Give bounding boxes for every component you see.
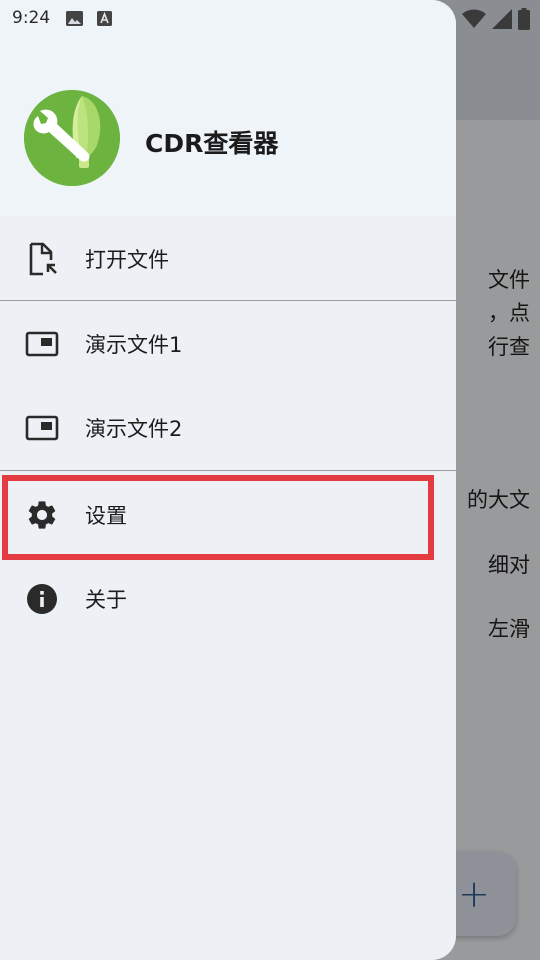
menu-item-label: 关于 — [85, 588, 127, 612]
info-icon — [24, 581, 60, 617]
menu-item-label: 演示文件2 — [85, 417, 183, 441]
menu-item-demo-file-1[interactable]: 演示文件1 — [0, 302, 456, 386]
status-time: 9:24 — [12, 8, 51, 28]
menu-item-label: 打开文件 — [85, 248, 169, 272]
app-title: CDR查看器 — [145, 129, 279, 158]
screen: 文件 ，点 行查 的大文 细对 左滑 + CDR查看器 打开文件 演示文件1 演… — [0, 0, 540, 960]
app-logo — [24, 90, 120, 186]
highlight-box — [2, 475, 434, 560]
wifi-icon — [462, 9, 486, 33]
open-file-icon — [24, 241, 60, 277]
text-a-icon — [97, 10, 113, 26]
divider — [0, 470, 456, 471]
status-right-icons — [462, 8, 530, 34]
menu-item-demo-file-2[interactable]: 演示文件2 — [0, 386, 456, 470]
divider — [0, 300, 456, 301]
menu-item-label: 演示文件1 — [85, 333, 183, 357]
image-icon — [66, 10, 84, 26]
signal-icon — [492, 9, 512, 33]
status-bar: 9:24 — [0, 0, 540, 36]
presentation-icon — [24, 326, 60, 362]
battery-icon — [518, 8, 530, 34]
menu-item-about[interactable]: 关于 — [0, 557, 456, 641]
presentation-icon — [24, 410, 60, 446]
menu-item-open-file[interactable]: 打开文件 — [0, 217, 456, 301]
